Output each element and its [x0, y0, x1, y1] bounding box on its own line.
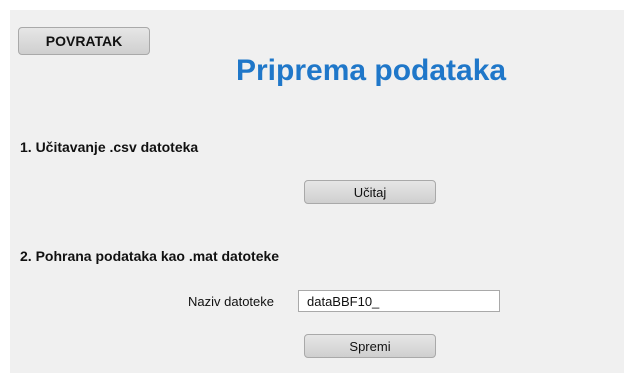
section-load-heading: 1. Učitavanje .csv datoteka [20, 139, 199, 155]
page-title: Priprema podataka [236, 54, 507, 87]
save-button[interactable]: Spremi [304, 334, 436, 358]
back-button[interactable]: POVRATAK [18, 27, 150, 55]
main-panel: POVRATAK Priprema podataka 1. Učitavanje… [10, 10, 624, 373]
load-button[interactable]: Učitaj [304, 180, 436, 204]
filename-input[interactable] [298, 290, 500, 312]
filename-label: Naziv datoteke [188, 294, 274, 309]
section-save-heading: 2. Pohrana podataka kao .mat datoteke [20, 248, 280, 264]
